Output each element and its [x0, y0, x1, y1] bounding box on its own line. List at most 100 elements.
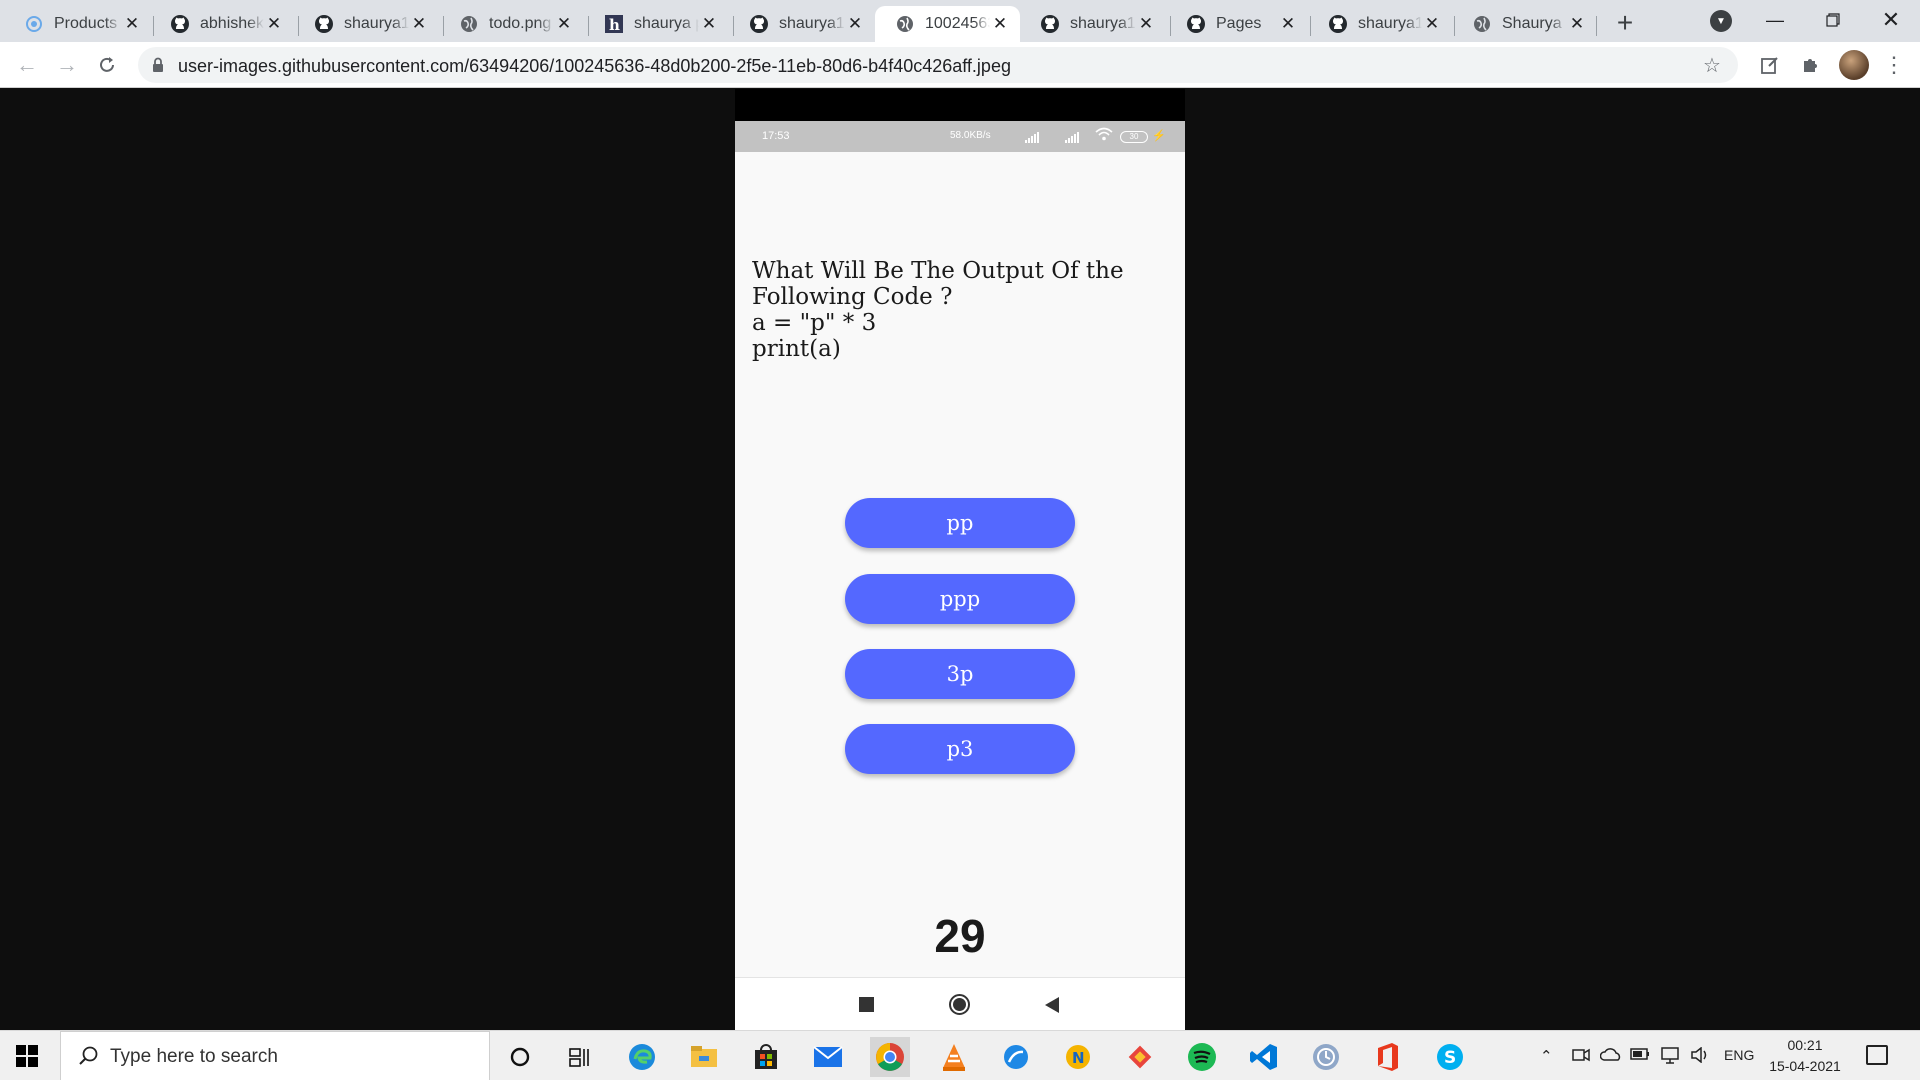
close-icon[interactable]: ✕ [699, 14, 719, 34]
reload-button[interactable] [92, 50, 122, 80]
tab-hackerearth-shaurya[interactable]: h shaurya p ✕ [584, 6, 729, 42]
close-icon[interactable]: ✕ [845, 14, 865, 34]
store-icon[interactable] [746, 1037, 786, 1077]
url-text[interactable]: user-images.githubusercontent.com/634942… [178, 56, 1011, 77]
close-icon[interactable]: ✕ [409, 14, 429, 34]
office-icon[interactable] [1368, 1037, 1408, 1077]
back-triangle-icon[interactable] [1045, 997, 1059, 1013]
chrome-icon[interactable] [870, 1037, 910, 1077]
tab-title: Pages [1216, 15, 1262, 32]
reload-icon [100, 57, 114, 72]
task-view-icon[interactable] [560, 1037, 600, 1077]
cortana-icon[interactable] [500, 1037, 540, 1077]
tab-title: shaurya12 [344, 15, 409, 32]
github-icon [314, 14, 334, 34]
svg-text:S: S [1444, 1048, 1456, 1068]
taskbar-search-box[interactable]: Type here to search [60, 1031, 490, 1080]
tab-github-pages[interactable]: Pages ✕ [1166, 6, 1308, 42]
globe-icon [895, 14, 915, 34]
close-icon[interactable]: ✕ [1422, 14, 1442, 34]
network-icon[interactable] [1660, 1047, 1680, 1069]
extensions-puzzle-icon[interactable] [1797, 51, 1825, 79]
battery-tray-icon[interactable] [1630, 1047, 1650, 1064]
recents-square-icon[interactable] [859, 997, 874, 1012]
status-time: 17:53 [762, 130, 790, 142]
tab-title: todo.png [489, 15, 552, 32]
lock-icon[interactable] [152, 57, 164, 73]
chevron-up-icon[interactable]: ⌃ [1540, 1047, 1553, 1065]
tab-github-shaurya-2[interactable]: shaurya12 ✕ [729, 6, 875, 42]
tab-products[interactable]: Products ✕ [4, 6, 152, 42]
tab-github-shaurya-4[interactable]: shaurya12 ✕ [1308, 6, 1452, 42]
calendar-app-icon[interactable] [1306, 1037, 1346, 1077]
edit-note-icon[interactable] [1756, 51, 1784, 79]
tab-github-shaurya[interactable]: shaurya12 ✕ [294, 6, 439, 42]
mail-icon[interactable] [808, 1037, 848, 1077]
phone-status-bar: 17:53 58.0KB/s 30 ⚡ [735, 121, 1185, 152]
github-icon [1328, 14, 1348, 34]
battery-icon: 30 [1120, 131, 1148, 143]
file-explorer-icon[interactable] [684, 1037, 724, 1077]
mystery-app-icon[interactable]: N [1058, 1037, 1098, 1077]
close-icon[interactable]: ✕ [122, 14, 142, 34]
spotify-icon[interactable] [1182, 1037, 1222, 1077]
tab-todo-png[interactable]: todo.png ✕ [439, 6, 584, 42]
profile-avatar[interactable] [1839, 50, 1869, 80]
onedrive-icon[interactable] [1599, 1047, 1622, 1065]
windows-taskbar: Type here to search N S ⌃ ENG 00:21 15-0… [0, 1030, 1920, 1080]
skype-icon[interactable]: S [1430, 1037, 1470, 1077]
close-icon[interactable]: ✕ [264, 14, 284, 34]
answer-button-3[interactable]: 3p [845, 649, 1075, 699]
vlc-icon[interactable] [934, 1037, 974, 1077]
image-viewport: 17:53 58.0KB/s 30 ⚡ What Will Be The Out… [0, 89, 1920, 1030]
question-line: What Will Be The Output Of the [752, 258, 1124, 284]
address-bar[interactable]: user-images.githubusercontent.com/634942… [138, 47, 1738, 83]
tab-github-abhishekk[interactable]: abhishekk ✕ [150, 6, 294, 42]
question-line: Following Code ? [752, 284, 953, 310]
new-tab-button[interactable]: + [1610, 7, 1640, 38]
git-app-icon[interactable] [1120, 1037, 1160, 1077]
close-icon[interactable]: ✕ [990, 14, 1010, 34]
signal-icon [1065, 131, 1079, 143]
globe-icon [459, 14, 479, 34]
forward-button[interactable]: → [52, 50, 82, 80]
close-window-button[interactable]: ✕ [1868, 0, 1914, 40]
tab-shaurya-site[interactable]: Shaurya P ✕ [1452, 6, 1597, 42]
home-circle-icon[interactable] [949, 994, 970, 1015]
phone-screenshot: 17:53 58.0KB/s 30 ⚡ What Will Be The Out… [735, 89, 1185, 1030]
tab-search-button[interactable]: ▼ [1710, 10, 1732, 32]
language-indicator[interactable]: ENG [1724, 1047, 1754, 1063]
answer-button-2[interactable]: ppp [845, 574, 1075, 624]
browser-toolbar: ← → user-images.githubusercontent.com/63… [0, 42, 1920, 88]
close-icon[interactable]: ✕ [1567, 14, 1587, 34]
answer-button-4[interactable]: p3 [845, 724, 1075, 774]
bookmark-star-icon[interactable]: ☆ [1698, 51, 1726, 79]
signal-icon [1025, 131, 1039, 143]
pen-app-icon[interactable] [996, 1037, 1036, 1077]
tab-github-shaurya-3[interactable]: shaurya12 ✕ [1020, 6, 1166, 42]
system-clock[interactable]: 00:21 15-04-2021 [1760, 1035, 1850, 1077]
wifi-icon [1095, 127, 1113, 144]
search-icon [77, 1045, 99, 1067]
close-icon[interactable]: ✕ [554, 14, 574, 34]
tab-title: 10024563 [925, 15, 990, 32]
minimize-button[interactable]: — [1752, 0, 1798, 40]
tab-title: shaurya12 [779, 15, 845, 32]
close-icon[interactable]: ✕ [1278, 14, 1298, 34]
edge-icon[interactable] [622, 1037, 662, 1077]
github-icon [1186, 14, 1206, 34]
tab-active-image[interactable]: 10024563 ✕ [875, 6, 1020, 42]
back-button[interactable]: ← [12, 50, 42, 80]
globe-icon [1472, 14, 1492, 34]
restore-button[interactable] [1810, 0, 1856, 40]
close-icon[interactable]: ✕ [1136, 14, 1156, 34]
notification-center-icon[interactable] [1866, 1045, 1888, 1065]
menu-kebab-icon[interactable]: ⋮ [1880, 51, 1908, 79]
svg-text:N: N [1072, 1049, 1085, 1067]
tab-title: Shaurya P [1502, 15, 1567, 32]
answer-button-1[interactable]: pp [845, 498, 1075, 548]
meet-now-icon[interactable] [1572, 1047, 1590, 1067]
vscode-icon[interactable] [1244, 1037, 1284, 1077]
windows-start-icon[interactable] [16, 1045, 38, 1067]
volume-icon[interactable] [1690, 1046, 1710, 1067]
